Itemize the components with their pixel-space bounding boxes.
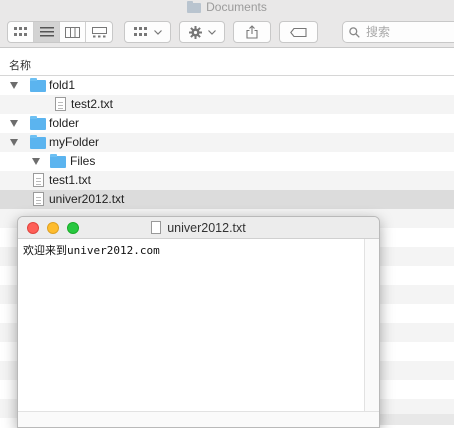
folder-icon xyxy=(30,135,46,149)
column-view-button[interactable] xyxy=(60,22,86,42)
text-editor-window: univer2012.txt 欢迎来到univer2012.com xyxy=(17,216,380,428)
item-name: folder xyxy=(49,116,80,130)
window-title-text: Documents xyxy=(206,0,267,14)
list-view-icon xyxy=(39,27,54,37)
search-input[interactable] xyxy=(366,25,446,39)
search-icon xyxy=(349,26,360,38)
column-view-icon xyxy=(65,26,80,38)
window-title: Documents xyxy=(187,0,267,14)
editor-title-text: univer2012.txt xyxy=(167,221,246,235)
view-mode-segmented-control xyxy=(7,21,113,43)
edit-tags-button[interactable] xyxy=(279,21,318,43)
item-name: test2.txt xyxy=(71,97,114,111)
disclosure-triangle-icon[interactable] xyxy=(10,82,18,89)
item-name: univer2012.txt xyxy=(49,192,125,206)
disclosure-triangle-icon[interactable] xyxy=(10,120,18,127)
editor-text-area[interactable]: 欢迎来到univer2012.com xyxy=(18,239,365,411)
folder-icon xyxy=(30,78,46,92)
list-item[interactable]: fold1 xyxy=(0,76,454,95)
finder-toolbar: Documents xyxy=(0,0,454,48)
text-document-icon xyxy=(151,221,162,234)
share-icon xyxy=(246,25,258,39)
icon-view-icon xyxy=(13,27,27,36)
list-item-selected[interactable]: univer2012.txt xyxy=(0,190,454,209)
text-file-icon xyxy=(33,192,44,206)
name-column-header[interactable]: 名称 xyxy=(0,48,454,76)
editor-title: univer2012.txt xyxy=(18,221,379,235)
list-item[interactable]: myFolder xyxy=(0,133,454,152)
icon-view-button[interactable] xyxy=(8,22,34,42)
horizontal-scrollbar[interactable] xyxy=(380,414,454,425)
editor-title-bar[interactable]: univer2012.txt xyxy=(18,217,379,239)
item-name: test1.txt xyxy=(49,173,92,187)
list-view-button[interactable] xyxy=(34,22,60,42)
disclosure-triangle-icon[interactable] xyxy=(32,158,40,165)
list-item[interactable]: test1.txt xyxy=(0,171,454,190)
editor-content: 欢迎来到univer2012.com xyxy=(23,244,160,257)
chevron-down-icon xyxy=(153,29,162,35)
chevron-down-icon xyxy=(207,29,216,35)
list-item[interactable]: test2.txt xyxy=(0,95,454,114)
folder-icon xyxy=(50,154,66,168)
group-by-button[interactable] xyxy=(124,21,171,43)
folder-icon xyxy=(30,116,46,130)
name-column-label: 名称 xyxy=(9,59,31,72)
text-file-icon xyxy=(55,97,66,111)
group-grid-icon xyxy=(133,27,147,36)
share-button[interactable] xyxy=(233,21,271,43)
gallery-view-icon xyxy=(91,26,107,37)
gear-icon xyxy=(188,25,202,39)
window-title-bar: Documents xyxy=(0,0,454,16)
text-file-icon xyxy=(33,173,44,187)
folder-icon xyxy=(187,1,202,13)
list-item[interactable]: folder xyxy=(0,114,454,133)
disclosure-triangle-icon[interactable] xyxy=(10,139,18,146)
item-name: fold1 xyxy=(49,78,76,92)
item-name: Files xyxy=(70,154,96,168)
action-button[interactable] xyxy=(179,21,225,43)
tag-icon xyxy=(290,27,307,37)
item-name: myFolder xyxy=(49,135,100,149)
list-item[interactable]: Files xyxy=(0,152,454,171)
gallery-view-button[interactable] xyxy=(86,22,112,42)
editor-vertical-scrollbar[interactable] xyxy=(364,239,379,411)
search-field[interactable] xyxy=(342,21,454,43)
